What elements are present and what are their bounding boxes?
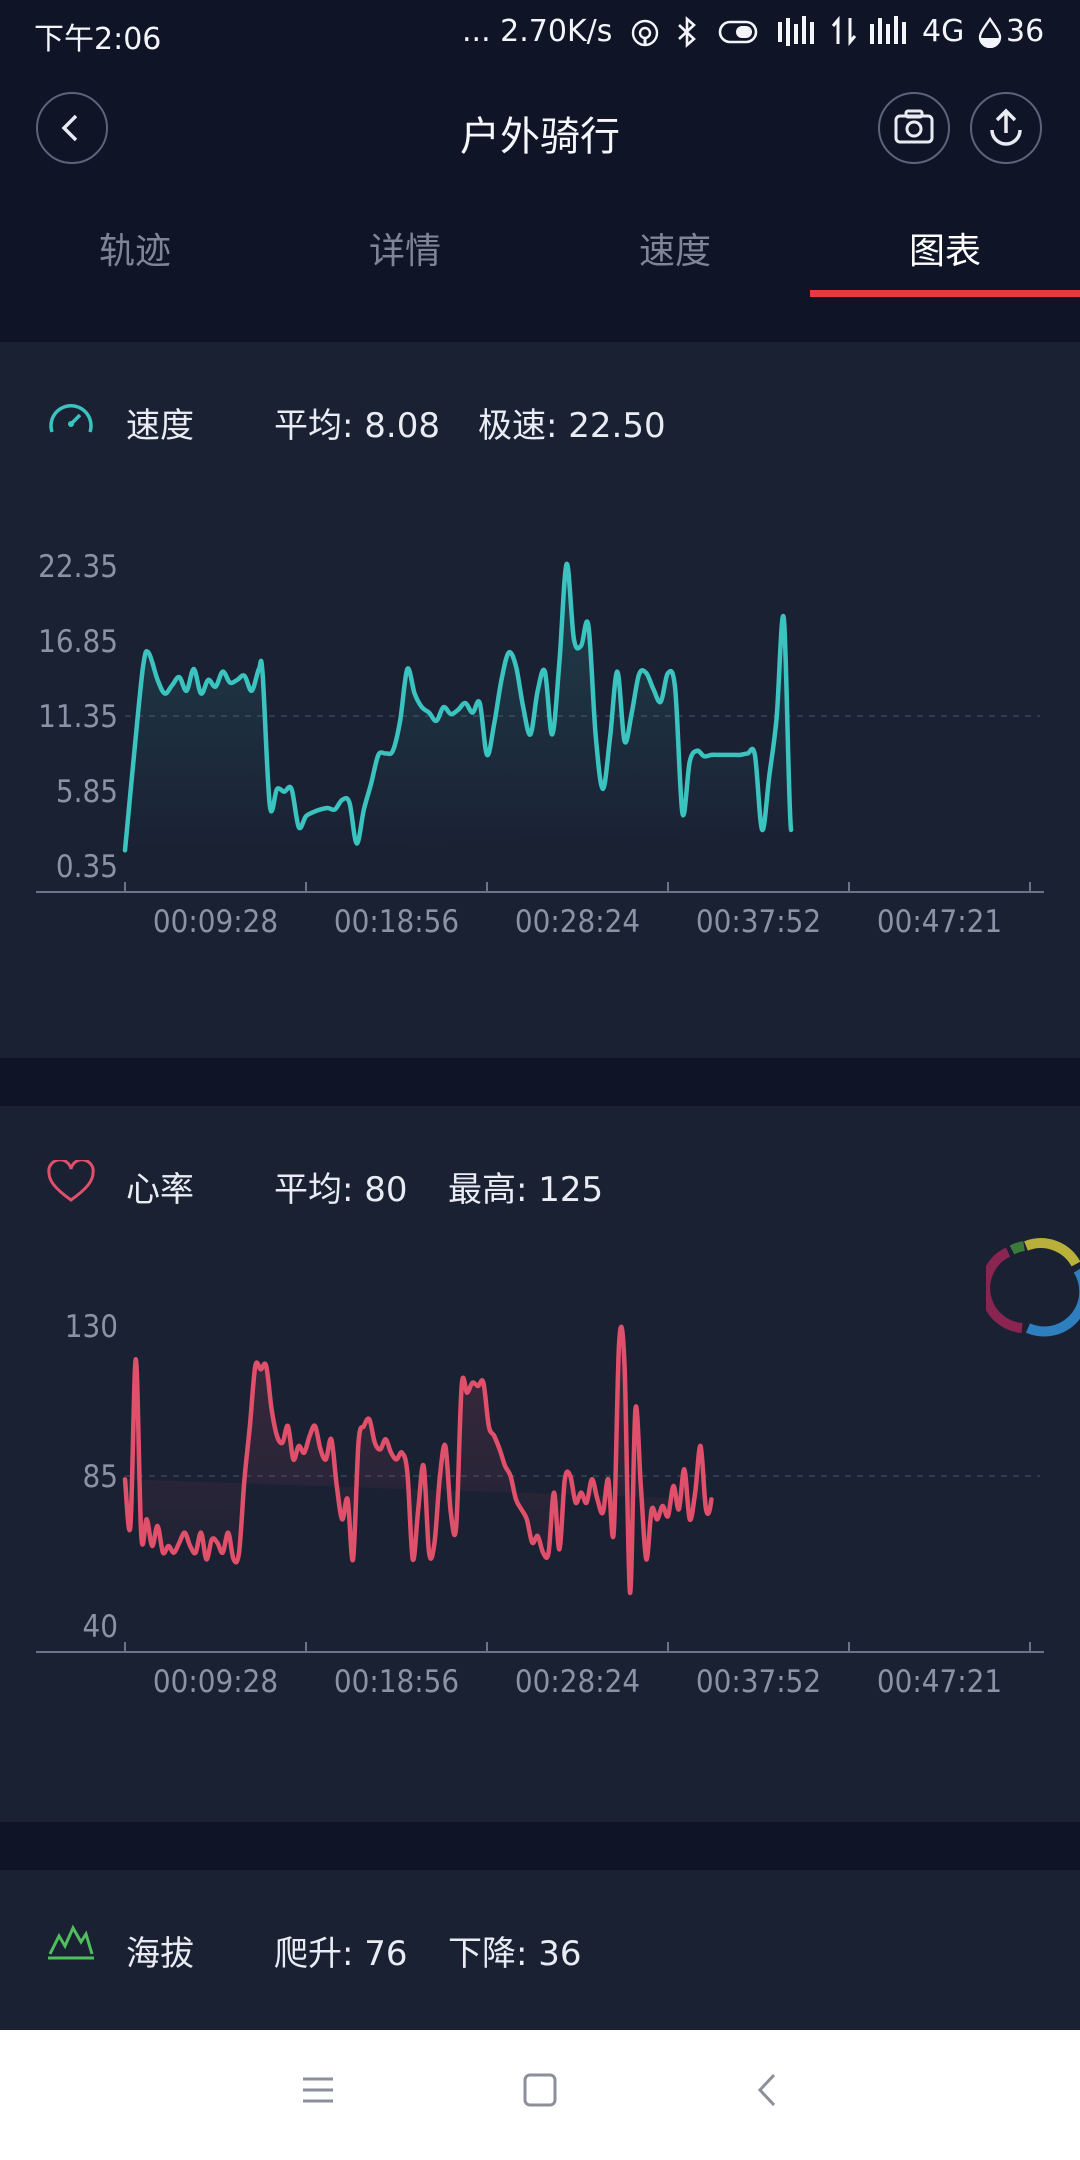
y-tick-label: 22.35 <box>38 549 118 585</box>
status-bar: 下午2:06 ... 2.70K/s 4G 36 <box>0 0 1080 66</box>
speed-chart: 22.35 16.85 11.35 5.85 0.35 00:09:28 00:18:56 0… <box>36 549 1044 940</box>
back-nav-icon[interactable] <box>750 2072 786 2108</box>
altitude-descent: 下降: 36 <box>448 1934 582 1974</box>
tab-details[interactable]: 详情 <box>270 222 540 274</box>
camera-button[interactable] <box>878 92 950 164</box>
mountain-icon <box>48 1924 94 1960</box>
y-tick-label: 40 <box>83 1609 118 1645</box>
altitude-title: 海拔 <box>126 1934 194 1974</box>
x-tick-label: 00:37:52 <box>696 1664 821 1700</box>
camera-icon <box>894 109 934 144</box>
share-button[interactable] <box>970 92 1042 164</box>
home-icon[interactable] <box>522 2072 558 2108</box>
y-tick-label: 130 <box>65 1309 118 1345</box>
y-tick-label: 16.85 <box>38 624 118 660</box>
floating-ring-icon[interactable] <box>986 1236 1080 1340</box>
section-separator-1 <box>0 1058 1080 1106</box>
section-separator-2 <box>0 1822 1080 1870</box>
x-tick-label: 00:47:21 <box>877 1664 1002 1700</box>
signal-1-icon <box>778 16 814 46</box>
x-tick-label: 00:18:56 <box>334 1664 459 1700</box>
tab-track[interactable]: 轨迹 <box>0 222 270 274</box>
status-net-speed: ... 2.70K/s <box>462 14 613 49</box>
status-network: 4G <box>922 14 965 49</box>
x-tick-label: 00:28:24 <box>515 904 640 940</box>
active-tab-indicator <box>810 290 1080 297</box>
battery-drop-icon <box>978 16 1002 48</box>
speed-avg: 平均: 8.08 <box>274 406 440 446</box>
hotspot-icon <box>631 19 659 47</box>
y-tick-label: 5.85 <box>56 774 118 810</box>
tab-charts[interactable]: 图表 <box>810 222 1080 274</box>
altitude-climb: 爬升: 76 <box>274 1934 408 1974</box>
x-tick-label: 00:28:24 <box>515 1664 640 1700</box>
x-tick-label: 00:18:56 <box>334 904 459 940</box>
y-tick-label: 85 <box>83 1459 118 1495</box>
x-tick-label: 00:47:21 <box>877 904 1002 940</box>
heart-max: 最高: 125 <box>448 1170 604 1210</box>
speed-max: 极速: 22.50 <box>478 406 666 446</box>
bluetooth-icon <box>678 16 696 48</box>
signal-2-icon <box>870 16 906 44</box>
status-battery: 36 <box>1006 14 1045 49</box>
heart-rate-chart: 130 85 40 00:09:28 00:18:56 00:28:24 00:37:52 0… <box>36 1309 1044 1700</box>
menu-icon[interactable] <box>300 2072 336 2108</box>
speed-title: 速度 <box>126 406 194 446</box>
y-tick-label: 0.35 <box>56 849 118 885</box>
upload-icon <box>990 108 1022 146</box>
tab-speed[interactable]: 速度 <box>540 222 810 274</box>
heart-icon <box>47 1160 95 1202</box>
heart-avg: 平均: 80 <box>274 1170 408 1210</box>
x-tick-label: 00:09:28 <box>153 1664 278 1700</box>
heart-title: 心率 <box>126 1170 194 1210</box>
x-tick-label: 00:37:52 <box>696 904 821 940</box>
speedometer-icon <box>49 404 93 433</box>
status-time: 下午2:06 <box>34 22 162 57</box>
system-nav-bar <box>0 2030 1080 2160</box>
vibrate-icon <box>718 20 758 44</box>
x-tick-label: 00:09:28 <box>153 904 278 940</box>
y-tick-label: 11.35 <box>38 699 118 735</box>
data-transfer-icon <box>831 15 857 47</box>
